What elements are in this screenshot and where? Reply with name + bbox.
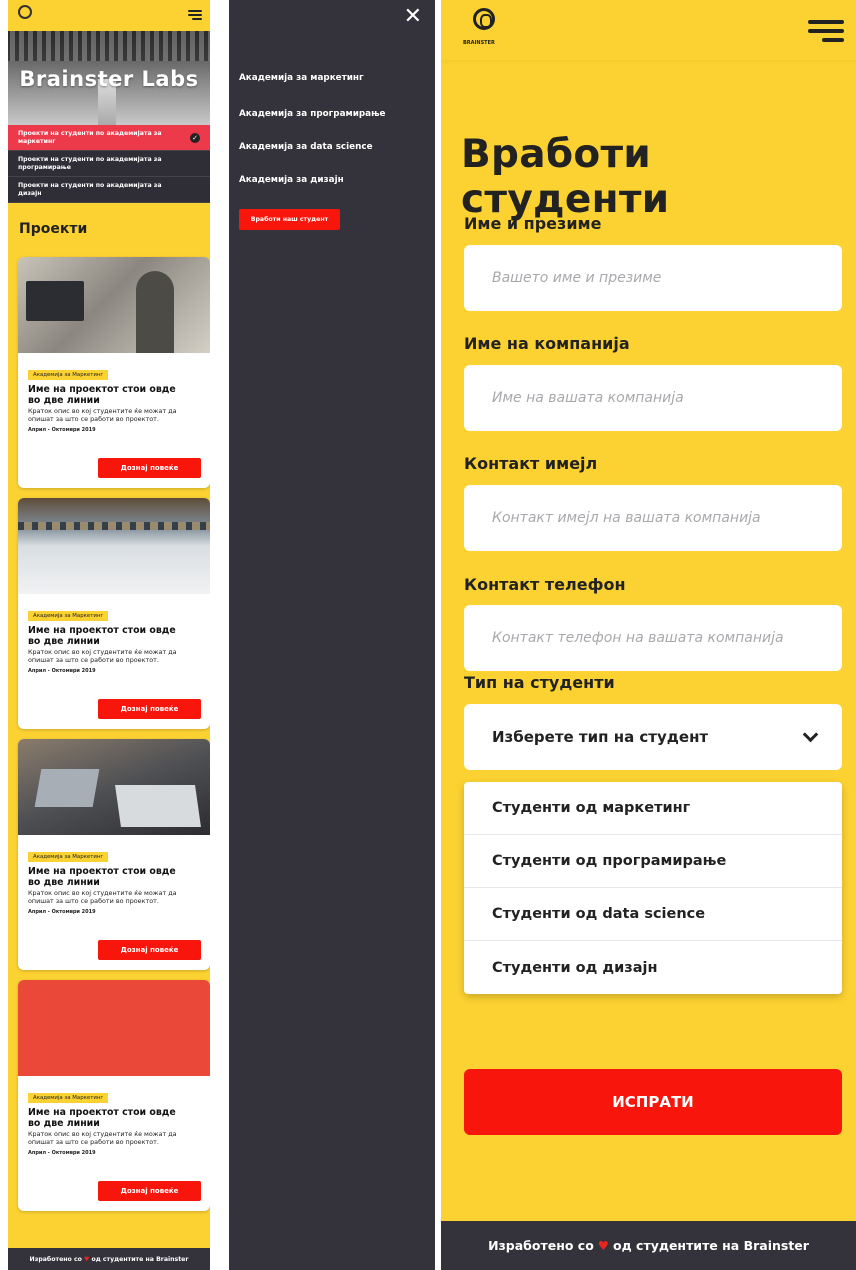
project-title: Име на проектот стои овде во две линии [28,625,176,647]
menu-item-design[interactable]: Академија за дизајн [239,175,344,185]
select-value: Изберете тип на студент [492,728,709,746]
option-marketing[interactable]: Студенти од маркетинг [464,782,842,835]
hamburger-menu-icon[interactable] [808,20,844,42]
project-title: Име на проектот стои овде во две линии [28,1107,176,1129]
project-image [18,980,210,1076]
option-data-science[interactable]: Студенти од data science [464,888,842,941]
section-title: Проекти [19,221,88,237]
field-label: Контакт телефон [464,575,626,594]
menu-item-marketing[interactable]: Академија за маркетинг [239,73,364,83]
filter-label: Проекти на студенти по академијата за пр… [18,156,162,171]
academy-tag: Академија за Маркетинг [28,370,109,380]
academy-tag: Академија за Маркетинг [28,1093,109,1103]
footer: Изработено со ♥ од студентите на Brainst… [8,1248,210,1270]
top-bar: BRAINSTER [441,0,856,60]
student-type-select[interactable]: Изберете тип на студент [464,704,842,770]
filter-label: Проекти на студенти по академијата за ма… [18,130,162,145]
footer-text-end: од студентите на Brainster [613,1238,809,1253]
project-date: Април - Октомври 2019 [28,427,96,434]
check-icon: ✓ [190,132,200,143]
academy-tag: Академија за Маркетинг [28,852,109,862]
contact-phone-input[interactable]: Контакт телефон на вашата компанија [464,605,842,671]
project-description: Краток опис во кој студентите ќе можат д… [28,648,177,664]
academy-tag: Академија за Маркетинг [28,611,109,621]
hamburger-menu-icon[interactable] [188,10,202,20]
learn-more-button[interactable]: Дознај повеќе [98,1181,201,1201]
filter-design[interactable]: Проекти на студенти по академијата за ди… [8,177,210,203]
project-title: Име на проектот стои овде во две линии [28,866,176,888]
projects-screen: Brainster Labs Проекти на студенти по ак… [8,0,210,1270]
project-date: Април - Октомври 2019 [28,668,96,675]
brainster-logo-icon[interactable] [473,8,495,30]
menu-screen: ✕ Академија за маркетинг Академија за пр… [229,0,435,1270]
project-description: Краток опис во кој студентите ќе можат д… [28,889,177,905]
footer-text-start: Изработено со [488,1238,594,1253]
project-card: Академија за Маркетинг Име на проектот с… [18,739,210,970]
hero-banner: Brainster Labs [8,31,210,125]
student-type-dropdown: Студенти од маркетинг Студенти од програ… [464,782,842,994]
project-description: Краток опис во кој студентите ќе можат д… [28,1130,177,1146]
project-description: Краток опис во кој студентите ќе можат д… [28,407,177,423]
filter-label: Проекти на студенти по академијата за ди… [18,182,162,197]
learn-more-button[interactable]: Дознај повеќе [98,699,201,719]
heart-icon: ♥ [597,1238,610,1253]
project-image [18,257,210,353]
option-programming[interactable]: Студенти од програмирање [464,835,842,888]
field-label: Име и презиме [464,214,602,233]
learn-more-button[interactable]: Дознај повеќе [98,458,201,478]
project-image [18,739,210,835]
close-icon[interactable]: ✕ [404,6,422,28]
filter-marketing[interactable]: Проекти на студенти по академијата за ма… [8,125,210,151]
project-card: Академија за Маркетинг Име на проектот с… [18,980,210,1211]
learn-more-button[interactable]: Дознај повеќе [98,940,201,960]
filter-programming[interactable]: Проекти на студенти по академијата за пр… [8,151,210,177]
project-image [18,498,210,594]
menu-item-data-science[interactable]: Академија за data science [239,142,373,152]
page-title: Вработи студенти [461,132,670,222]
company-name-input[interactable]: Име на вашата компанија [464,365,842,431]
footer: Изработено со ♥ од студентите на Brainst… [441,1221,856,1270]
contact-email-input[interactable]: Контакт имејл на вашата компанија [464,485,842,551]
top-bar [8,0,210,31]
menu-item-programming[interactable]: Академија за програмирање [239,109,385,119]
footer-text-end: од студентите на Brainster [91,1255,189,1263]
submit-button[interactable]: ИСПРАТИ [464,1069,842,1135]
brainster-logo-icon[interactable] [18,5,32,19]
hero-title: Brainster Labs [19,67,199,91]
field-label: Контакт имејл [464,454,598,473]
hire-student-button[interactable]: Вработи наш студент [239,209,340,230]
project-date: Април - Октомври 2019 [28,1150,96,1157]
footer-text-start: Изработено со [29,1255,82,1263]
project-date: Април - Октомври 2019 [28,909,96,916]
hire-form-screen: BRAINSTER Вработи студенти Име и презиме… [441,0,856,1270]
option-design[interactable]: Студенти од дизајн [464,941,842,994]
project-card: Академија за Маркетинг Име на проектот с… [18,498,210,729]
heart-icon: ♥ [83,1255,90,1263]
chevron-down-icon [802,726,819,742]
student-type-label: Тип на студенти [464,673,615,692]
field-label: Име на компанија [464,334,630,353]
full-name-input[interactable]: Вашето име и презиме [464,245,842,311]
project-card: Академија за Маркетинг Име на проектот с… [18,257,210,488]
project-title: Име на проектот стои овде во две линии [28,384,176,406]
logo-text: BRAINSTER [463,40,495,46]
